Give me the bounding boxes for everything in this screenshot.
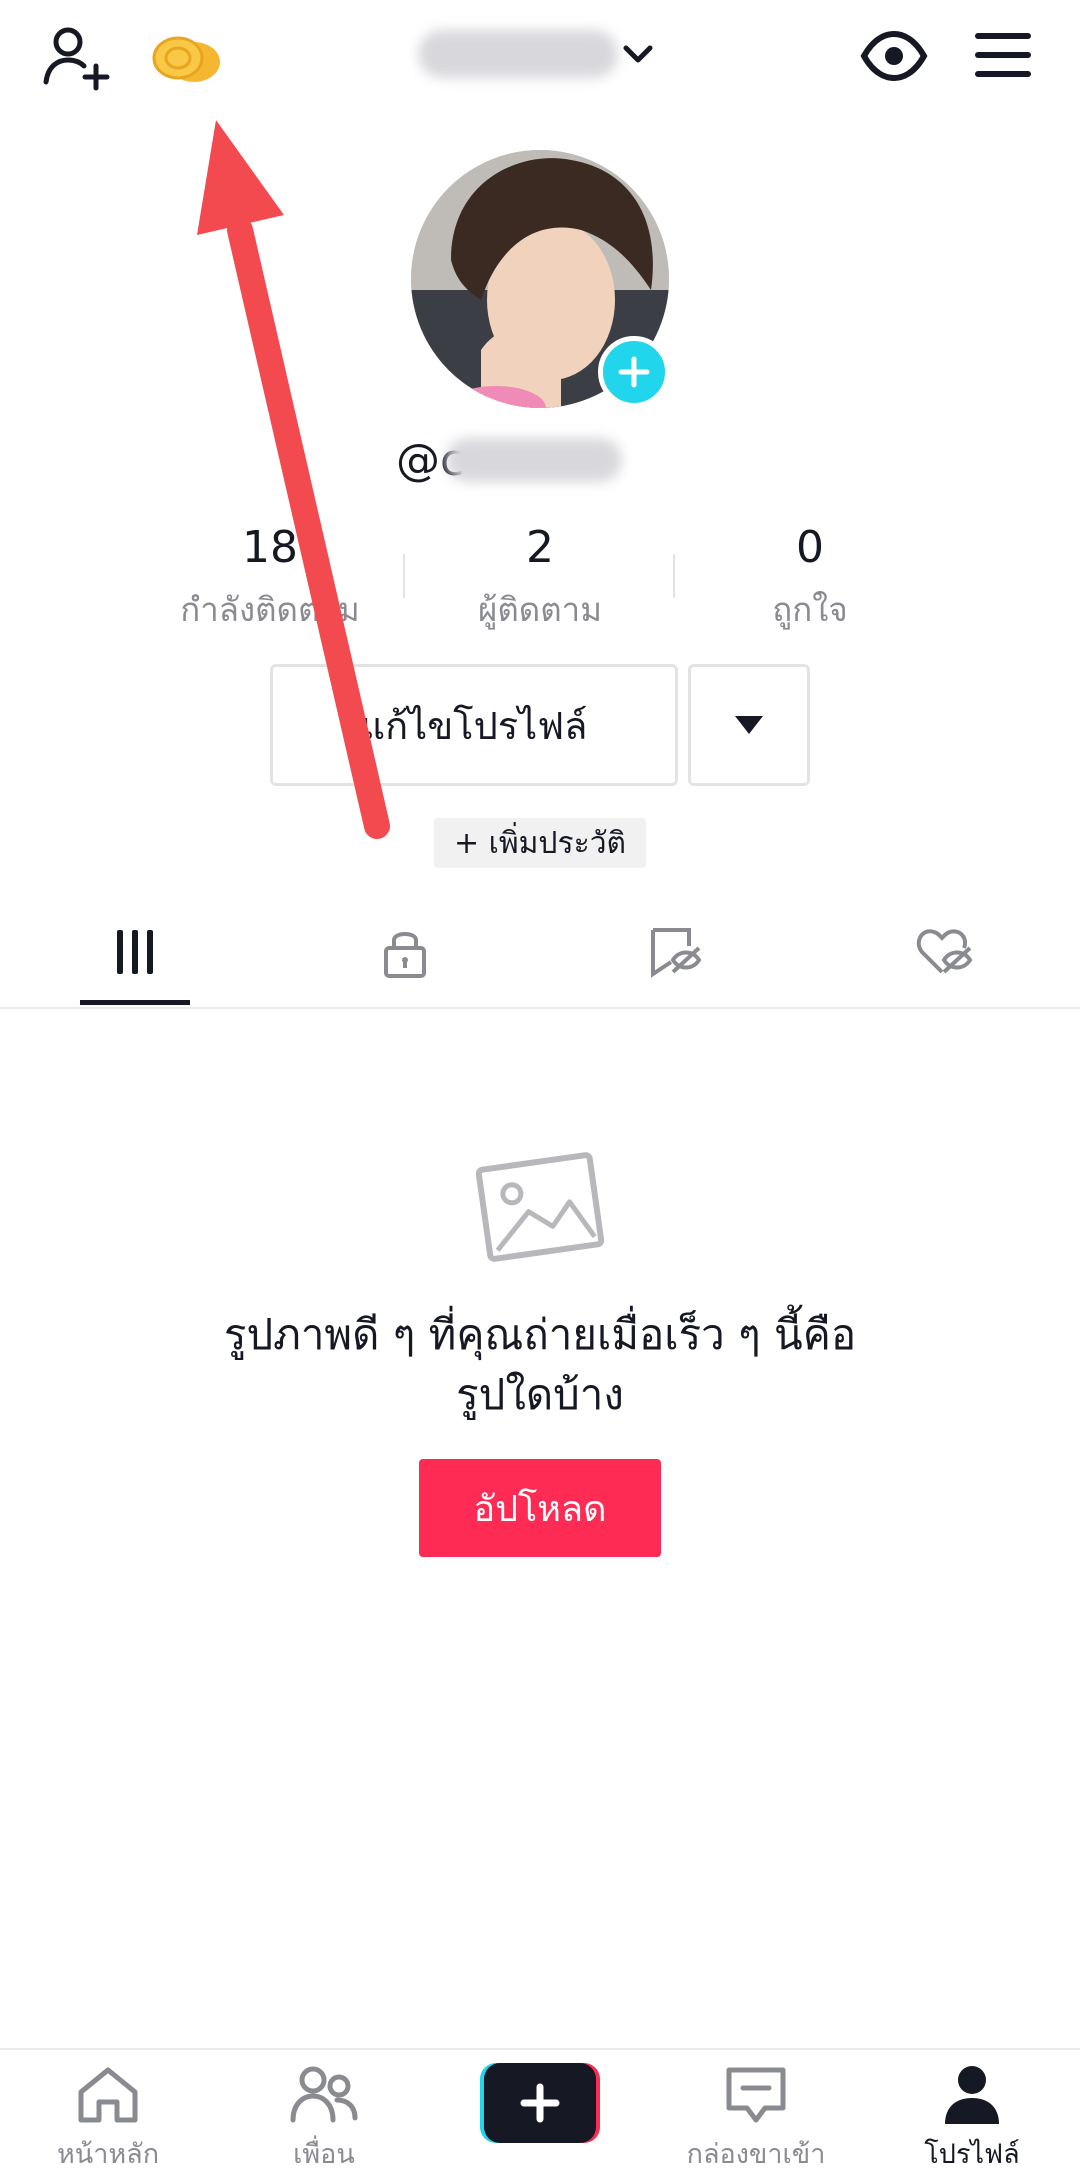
coins-button[interactable] (148, 30, 224, 90)
followers-count: 2 (526, 522, 554, 573)
upload-button[interactable]: อัปโหลด (419, 1459, 661, 1557)
stat-likes[interactable]: 0 ถูกใจ (675, 522, 945, 636)
profile-icon (945, 2066, 999, 2124)
bottom-nav-divider (0, 2048, 1080, 2050)
grid-icon (117, 930, 153, 974)
annotation-arrow (180, 110, 410, 840)
empty-state-title: รูปภาพดี ๆ ที่คุณถ่ายเมื่อเร็ว ๆ นี้คือ … (140, 1305, 940, 1425)
nav-create-button[interactable] (480, 2063, 600, 2143)
nav-inbox[interactable]: กล่องขาเข้า (648, 2064, 864, 2175)
friends-icon (290, 2066, 358, 2123)
add-bio-label: + เพิ่มประวัติ (453, 825, 627, 861)
followers-label: ผู้ติดตาม (478, 590, 602, 629)
nav-profile[interactable]: โปรไฟล์ (864, 2064, 1080, 2175)
upload-label: อัปโหลด (473, 1488, 607, 1530)
likes-label: ถูกใจ (772, 590, 848, 629)
add-friend-button[interactable] (40, 22, 112, 94)
avatar-add-button[interactable] (598, 336, 670, 408)
username-dropdown-button[interactable] (618, 36, 658, 72)
create-plus-icon (480, 2063, 600, 2143)
nav-profile-label: โปรไฟล์ (924, 2139, 1020, 2170)
image-icon (475, 1152, 605, 1262)
lock-icon (384, 932, 426, 978)
hamburger-menu-icon (975, 33, 1031, 77)
triangle-down-icon (735, 716, 763, 734)
tab-videos[interactable] (0, 900, 270, 1004)
tabs-divider (0, 1007, 1080, 1009)
empty-state-line1: รูปภาพดี ๆ ที่คุณถ่ายเมื่อเร็ว ๆ นี้คือ (223, 1310, 857, 1359)
empty-state-image (470, 1148, 610, 1266)
more-options-button[interactable] (688, 664, 810, 786)
eye-icon (860, 30, 928, 82)
nav-home-label: หน้าหลัก (56, 2139, 160, 2170)
nav-friends-label: เพื่อน (293, 2139, 355, 2170)
handle-redacted (446, 438, 622, 482)
plus-icon (618, 356, 650, 388)
nav-inbox-label: กล่องขาเข้า (686, 2139, 826, 2170)
menu-button[interactable] (974, 30, 1032, 80)
username-title[interactable] (418, 30, 618, 78)
tab-liked[interactable] (810, 900, 1080, 1004)
nav-friends[interactable]: เพื่อน (216, 2064, 432, 2175)
chevron-down-icon (623, 45, 653, 63)
bookmark-hidden-icon (651, 928, 702, 978)
heart-hidden-icon (916, 929, 973, 974)
likes-count: 0 (796, 522, 824, 573)
person-plus-icon (43, 27, 110, 91)
nav-home[interactable]: หน้าหลัก (0, 2064, 216, 2175)
inbox-icon (726, 2067, 786, 2123)
coins-icon (152, 36, 220, 82)
add-bio-button[interactable]: + เพิ่มประวัติ (434, 818, 646, 868)
tab-active-indicator (80, 1000, 190, 1005)
profile-views-button[interactable] (860, 28, 928, 84)
home-icon (78, 2067, 138, 2123)
tab-private[interactable] (270, 900, 540, 1004)
tab-saved[interactable] (540, 900, 810, 1004)
empty-state-line2: รูปใดบ้าง (456, 1370, 624, 1419)
stat-followers[interactable]: 2 ผู้ติดตาม (405, 522, 675, 636)
